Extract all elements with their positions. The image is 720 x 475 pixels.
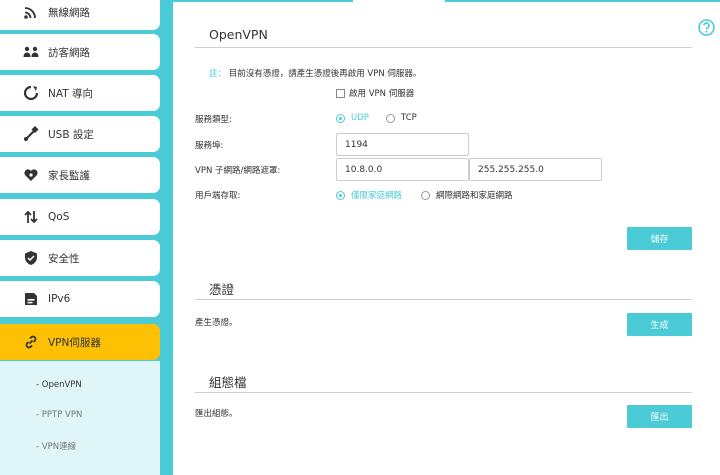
service-port-label: 服務埠: bbox=[195, 141, 224, 151]
udp-radio[interactable]: UDP bbox=[336, 113, 369, 123]
top-border-line bbox=[445, 0, 720, 2]
sidebar-item-parental-controls[interactable]: 家長監護 bbox=[0, 157, 160, 193]
sidebar-item-label: IPv6 bbox=[48, 293, 71, 305]
sidebar-item-label: VPN伺服器 bbox=[48, 336, 101, 349]
internet-and-home-radio[interactable]: 網際網路和家庭網路 bbox=[421, 189, 513, 201]
config-file-section-title: 組態檔 bbox=[209, 375, 247, 390]
sidebar-item-label: 家長監護 bbox=[48, 169, 90, 182]
qos-arrows-icon bbox=[22, 208, 40, 226]
submenu-item-pptp-vpn[interactable]: - PPTP VPN bbox=[36, 410, 82, 420]
internet-and-home-label: 網際網路和家庭網路 bbox=[436, 191, 513, 201]
vpn-link-icon bbox=[22, 333, 40, 351]
sidebar-item-label: USB 設定 bbox=[48, 128, 94, 141]
service-type-label: 服務類型: bbox=[195, 115, 232, 125]
top-border-line bbox=[173, 0, 353, 2]
shield-icon bbox=[22, 249, 40, 267]
radio-dot[interactable] bbox=[421, 190, 430, 200]
sidebar-item-label: NAT 導向 bbox=[48, 87, 93, 100]
vpn-subnet-input[interactable]: 10.8.0.0 bbox=[336, 158, 469, 181]
export-config-text: 匯出組態。 bbox=[195, 409, 238, 419]
sidebar-item-label: QoS bbox=[48, 211, 70, 223]
udp-label: UDP bbox=[351, 113, 369, 123]
sidebar-item-guest-network[interactable]: 訪客網路 bbox=[0, 34, 160, 70]
openvpn-section-title: OpenVPN bbox=[209, 27, 268, 42]
ipv6-icon bbox=[22, 290, 40, 308]
submenu-item-vpn-connection[interactable]: - VPN連線 bbox=[36, 440, 76, 452]
sidebar-item-ipv6[interactable]: IPv6 bbox=[0, 281, 160, 317]
generate-button[interactable]: 生成 bbox=[627, 313, 692, 336]
section-divider bbox=[195, 299, 692, 300]
tcp-radio[interactable]: TCP bbox=[386, 113, 417, 123]
client-access-label: 用戶端存取: bbox=[195, 191, 241, 201]
checkbox-box[interactable] bbox=[336, 88, 345, 98]
section-divider bbox=[195, 47, 692, 48]
tcp-label: TCP bbox=[401, 113, 417, 123]
submenu-item-openvpn[interactable]: - OpenVPN bbox=[36, 380, 82, 390]
radio-dot[interactable] bbox=[336, 190, 345, 200]
radio-dot[interactable] bbox=[336, 113, 345, 123]
sidebar-item-nat-forwarding[interactable]: NAT 導向 bbox=[0, 75, 160, 111]
sidebar-item-label: 無線網路 bbox=[48, 6, 90, 19]
sidebar: 無線網路 訪客網路 NAT 導向 USB 設定 家長監護 QoS 安全性 IPv… bbox=[0, 0, 173, 475]
certificate-section-title: 憑證 bbox=[209, 282, 235, 297]
generate-certificate-text: 產生憑證。 bbox=[195, 318, 238, 328]
export-button[interactable]: 匯出 bbox=[627, 405, 692, 428]
radio-dot[interactable] bbox=[386, 113, 395, 123]
sidebar-item-usb-settings[interactable]: USB 設定 bbox=[0, 116, 160, 152]
vpn-subnet-label: VPN 子網路/網路遮罩: bbox=[195, 166, 281, 176]
sidebar-item-wireless[interactable]: 無線網路 bbox=[0, 0, 160, 30]
home-network-only-radio[interactable]: 僅限家庭網路 bbox=[336, 189, 402, 201]
home-network-only-label: 僅限家庭網路 bbox=[351, 191, 403, 201]
sidebar-item-label: 安全性 bbox=[48, 252, 80, 265]
sidebar-item-security[interactable]: 安全性 bbox=[0, 240, 160, 276]
note-text: 目前沒有憑證，請產生憑證後再啟用 VPN 伺服器。 bbox=[228, 69, 422, 79]
sidebar-item-vpn-server[interactable]: VPN伺服器 bbox=[0, 324, 160, 360]
sidebar-item-qos[interactable]: QoS bbox=[0, 199, 160, 235]
section-divider bbox=[195, 392, 692, 393]
nat-forwarding-icon bbox=[22, 84, 40, 102]
enable-vpn-label: 啟用 VPN 伺服器 bbox=[349, 89, 415, 99]
save-button[interactable]: 儲存 bbox=[627, 227, 692, 250]
wifi-icon bbox=[22, 3, 40, 21]
vpn-netmask-input[interactable]: 255.255.255.0 bbox=[469, 158, 602, 181]
parental-controls-icon bbox=[22, 166, 40, 184]
usb-icon bbox=[22, 125, 40, 143]
guest-network-icon bbox=[22, 43, 40, 61]
service-port-input[interactable]: 1194 bbox=[336, 133, 469, 156]
note-key: 註： bbox=[209, 69, 227, 79]
enable-vpn-checkbox[interactable]: 啟用 VPN 伺服器 bbox=[336, 87, 414, 99]
help-icon[interactable] bbox=[698, 19, 715, 36]
no-certificate-note: 註： 目前沒有憑證，請產生憑證後再啟用 VPN 伺服器。 bbox=[209, 67, 421, 79]
vpn-submenu: - OpenVPN - PPTP VPN - VPN連線 bbox=[0, 361, 160, 475]
sidebar-item-label: 訪客網路 bbox=[48, 46, 90, 59]
